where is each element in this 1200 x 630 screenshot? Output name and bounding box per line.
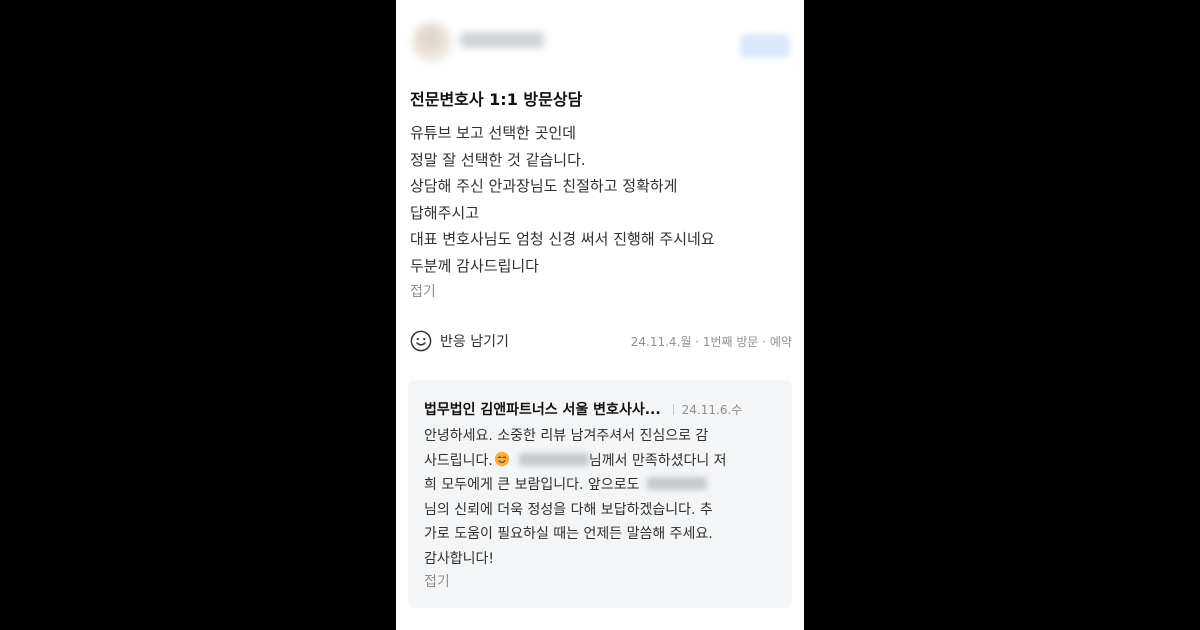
reply-text-span: 감사합니다!: [424, 550, 495, 567]
review-line: 유튜브 보고 선택한 곳인데: [410, 124, 577, 142]
reply-divider: [672, 403, 674, 415]
reply-fold-link[interactable]: 접기: [424, 571, 784, 593]
customer-name-blurred: [518, 452, 589, 466]
reply-text-span: 가로 도움이 필요하실 때는 언제든 말씀해 주세요.: [424, 526, 713, 542]
reviewer-avatar[interactable]: [412, 22, 452, 62]
review-line: 상담해 주신 안과장님도 친절하고 정확하게: [410, 177, 678, 195]
review-line: 정말 잘 선택한 것 같습니다.: [410, 150, 586, 169]
review-title: 전문변호사 1:1 방문상담: [410, 90, 583, 109]
reviewer-profile: [406, 18, 798, 76]
review-line: 두분께 감사드립니다: [410, 256, 539, 275]
reply-text-span: 님의 신뢰에 더욱 정성을 다해 보답하겠습니다. 추: [424, 501, 713, 518]
review-line: 대표 변호사님도 엄청 신경 써서 진행해 주시네요: [410, 230, 715, 248]
reply-text: 안녕하세요. 소중한 리뷰 남겨주셔서 진심으로 감 사드립니다. 님께서 만족…: [424, 424, 784, 593]
visit-meta: 24.11.4.월 · 1번째 방문 · 예약: [630, 335, 792, 349]
reply-text-span: 안녕하세요. 소중한 리뷰 남겨주셔서 진심으로 감: [424, 428, 709, 444]
review-fold-link[interactable]: 접기: [410, 281, 796, 303]
review-text: 유튜브 보고 선택한 곳인데 정말 잘 선택한 것 같습니다. 상담해 주신 안…: [410, 120, 796, 303]
reply-date: 24.11.6.수: [681, 402, 743, 417]
customer-name-blurred: [647, 477, 708, 490]
reviewer-nickname-blurred[interactable]: [460, 32, 544, 48]
review-card: 전문변호사 1:1 방문상담 유튜브 보고 선택한 곳인데 정말 잘 선택한 것…: [396, 0, 804, 630]
leave-reaction-button[interactable]: 반응 남기기: [410, 328, 509, 354]
review-line: 답해주시고: [410, 203, 480, 222]
reply-text-span: 님께서 만족하셨다니 저: [588, 452, 727, 469]
reply-author: 법무법인 김앤파트너스 서울 변호사사...: [424, 402, 661, 418]
reply-line: 안녕하세요. 소중한 리뷰 남겨주셔서 진심으로 감: [424, 424, 784, 449]
reply-line: 님의 신뢰에 더욱 정성을 다해 보답하겠습니다. 추: [424, 498, 784, 523]
smiling-face-emoji-icon: [494, 451, 510, 466]
reply-line: 가로 도움이 필요하실 때는 언제든 말씀해 주세요.: [424, 522, 784, 547]
reply-text-span: 사드립니다.: [424, 452, 493, 469]
reply-text-span: 희 모두에게 큰 보람입니다. 앞으로도: [424, 477, 640, 493]
reply-line: 사드립니다. 님께서 만족하셨다니 저: [424, 449, 784, 474]
reply-line: 희 모두에게 큰 보람입니다. 앞으로도: [424, 473, 784, 498]
reply-line: 감사합니다!: [424, 547, 784, 572]
owner-reply: 법무법인 김앤파트너스 서울 변호사사... 24.11.6.수 안녕하세요. …: [408, 380, 792, 608]
smile-icon: [410, 330, 432, 352]
reaction-label: 반응 남기기: [440, 334, 509, 350]
follow-button-blurred[interactable]: [740, 34, 790, 58]
reply-header: 법무법인 김앤파트너스 서울 변호사사... 24.11.6.수: [424, 398, 780, 420]
